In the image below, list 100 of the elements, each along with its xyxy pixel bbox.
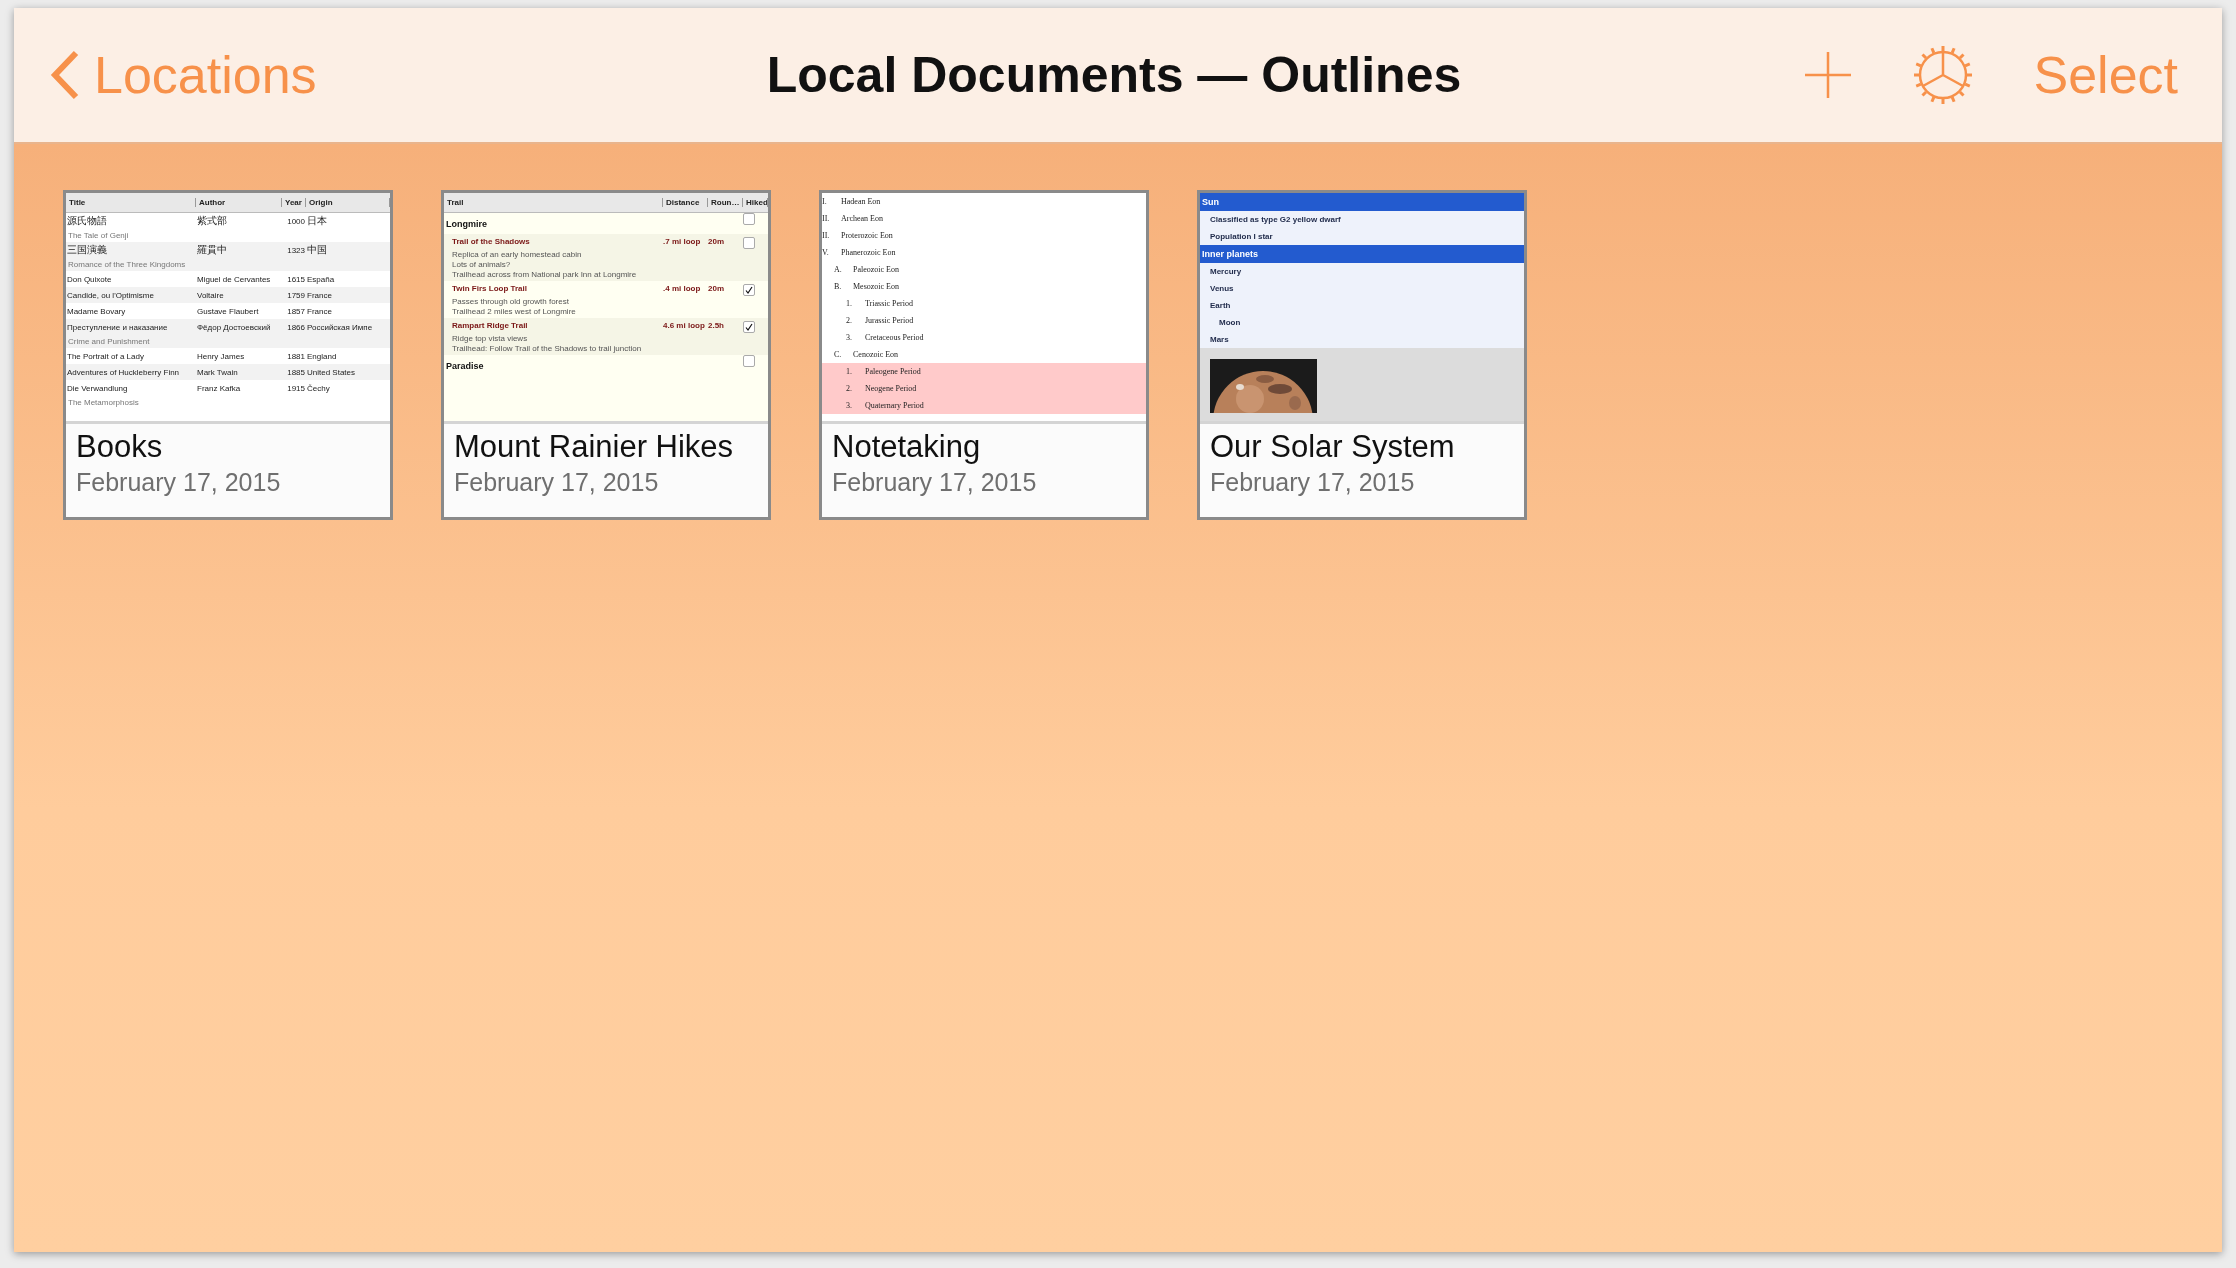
column-header: Origin [306,198,390,207]
column-header: Year [282,198,306,207]
checkmark-icon [745,286,753,294]
row-note: Romance of the Three Kingdoms [68,260,186,269]
table-cell-text: The Portrait of a Lady [66,351,145,361]
document-date: February 17, 2015 [454,467,660,498]
table-cell-text: Фёдор Достоевский [196,322,272,332]
table-cell-text: 1881 [286,351,306,361]
checkbox[interactable] [743,213,755,225]
checkmark-icon [745,323,753,331]
table-cell-text: España [306,274,336,284]
trail-name: Trail of the Shadows [452,237,531,246]
document-thumbnail[interactable] [819,190,1149,520]
table-cell-text: Miguel de Cervantes [196,274,272,284]
table-cell-text: 1615 [286,274,306,284]
document-date: February 17, 2015 [1210,467,1416,498]
section-heading: Sun [1202,197,1219,207]
document-title: Our Solar System [1210,428,1456,466]
group-title: Longmire [445,218,488,229]
table-cell-text: Candide, ou l'Optimisme [66,290,155,300]
table-cell-text: 源氏物語 [66,214,108,228]
table-cell-text: 1759 [286,290,306,300]
document-title: Mount Rainier Hikes [454,428,735,466]
table-cell-text: Henry James [196,351,246,361]
document-title: Notetaking [832,428,982,466]
table-cell-text: France [306,306,333,316]
table-cell-text: 三国演義 [66,243,108,257]
section-heading: Inner planets [1202,249,1258,259]
column-header: Hiked [743,198,768,207]
time-value: 2.5h [708,321,725,330]
distance-value: .7 mi loop [663,237,702,246]
document-thumbnail[interactable]: Sun Classified as type G2 yellow dwarf Population I star Inner planets Mercury Venus Earth Moon Mars Our Solar System February 17, 2015 [1197,190,1527,520]
distance-value: .4 mi loop [663,284,702,293]
trail-note: Passes through old growth forest [452,297,570,306]
outline-item: Population I star [1210,232,1273,241]
table-cell-text: 羅貫中 [196,243,228,257]
checkbox[interactable] [743,321,755,333]
time-value: 20m [708,284,725,293]
trail-note: Trailhead 2 miles west of Longmire [452,307,577,316]
outline-item: Venus [1210,284,1234,293]
table-cell-text: 1915 [286,383,306,393]
outline-item: Mars [1210,335,1229,344]
trail-name: Twin Firs Loop Trail [452,284,528,293]
column-header: Author [196,198,282,207]
table-cell-text: 中国 [306,243,328,257]
column-header: Distance [663,198,708,207]
document-thumbnail[interactable] [441,190,771,520]
document-title: Books [76,428,164,466]
table-cell-text: Преступление и наказание [66,322,169,332]
back-chevron-icon [50,50,80,100]
table-cell-text: 1885 [286,367,306,377]
outline-item: Moon [1219,318,1241,327]
row-note: Crime and Punishment [68,337,150,346]
table-cell-text: Российская Импе [306,322,374,332]
outline-item: Earth [1210,301,1231,310]
column-header: Title [66,198,196,207]
outline-row[interactable]: 3. Quaternary Period [822,397,1146,414]
table-cell-text: 日本 [306,214,328,228]
row-note: The Tale of Genji [68,231,129,240]
column-header: Roun… [708,198,743,207]
outline-row[interactable]: 1. Paleogene Period [822,363,1146,380]
table-cell-text: Adventures of Huckleberry Finn [66,367,181,377]
document-thumbnail[interactable] [63,190,393,520]
outline-item: Mercury [1210,267,1242,276]
table-cell-text: Čechy [306,383,331,393]
table-cell-text: Die Verwandlung [66,383,129,393]
table-cell-text: 1857 [286,306,306,316]
table-cell-text: Voltaire [196,290,225,300]
table-cell-text: France [306,290,333,300]
table-cell-text: 1866 [286,322,306,332]
table-cell-text: United States [306,367,357,377]
checkbox[interactable] [743,355,755,367]
row-note: The Metamorphosis [68,398,139,407]
table-cell-text: Madame Bovary [66,306,127,316]
trail-note: Ridge top vista views [452,334,529,343]
checkbox[interactable] [743,237,755,249]
time-value: 20m [708,237,725,246]
table-cell-text: England [306,351,338,361]
trail-note: Trailhead: Follow Trail of the Shadows to trail junction [452,344,643,353]
table-cell-text: Franz Kafka [196,383,242,393]
table-cell-text: Gustave Flaubert [196,306,260,316]
trail-note: Lots of animals? [452,260,512,269]
table-cell-text: 1000 [286,216,306,226]
column-header: Trail [444,198,663,207]
trail-note: Trailhead across from National park Inn at Longmire [452,270,638,279]
trail-name: Rampart Ridge Trail [452,321,529,330]
outline-row[interactable]: 2. Neogene Period [822,380,1146,397]
trail-note: Replica of an early homestead cabin [452,250,583,259]
window-title: Local Documents — Outlines [766,46,1462,104]
table-cell-text: 1323 [286,245,306,255]
plus-icon [1803,50,1854,100]
outline-item: Classified as type G2 yellow dwarf [1210,215,1341,224]
document-date: February 17, 2015 [832,467,1038,498]
table-cell-text: Mark Twain [196,367,239,377]
group-title: Paradise [445,360,485,371]
document-date: February 17, 2015 [76,467,282,498]
checkbox[interactable] [743,284,755,296]
settings-icon [1913,45,1974,105]
table-cell-text: Don Quixote [66,274,113,284]
distance-value: 4.6 mi loop [663,321,706,330]
